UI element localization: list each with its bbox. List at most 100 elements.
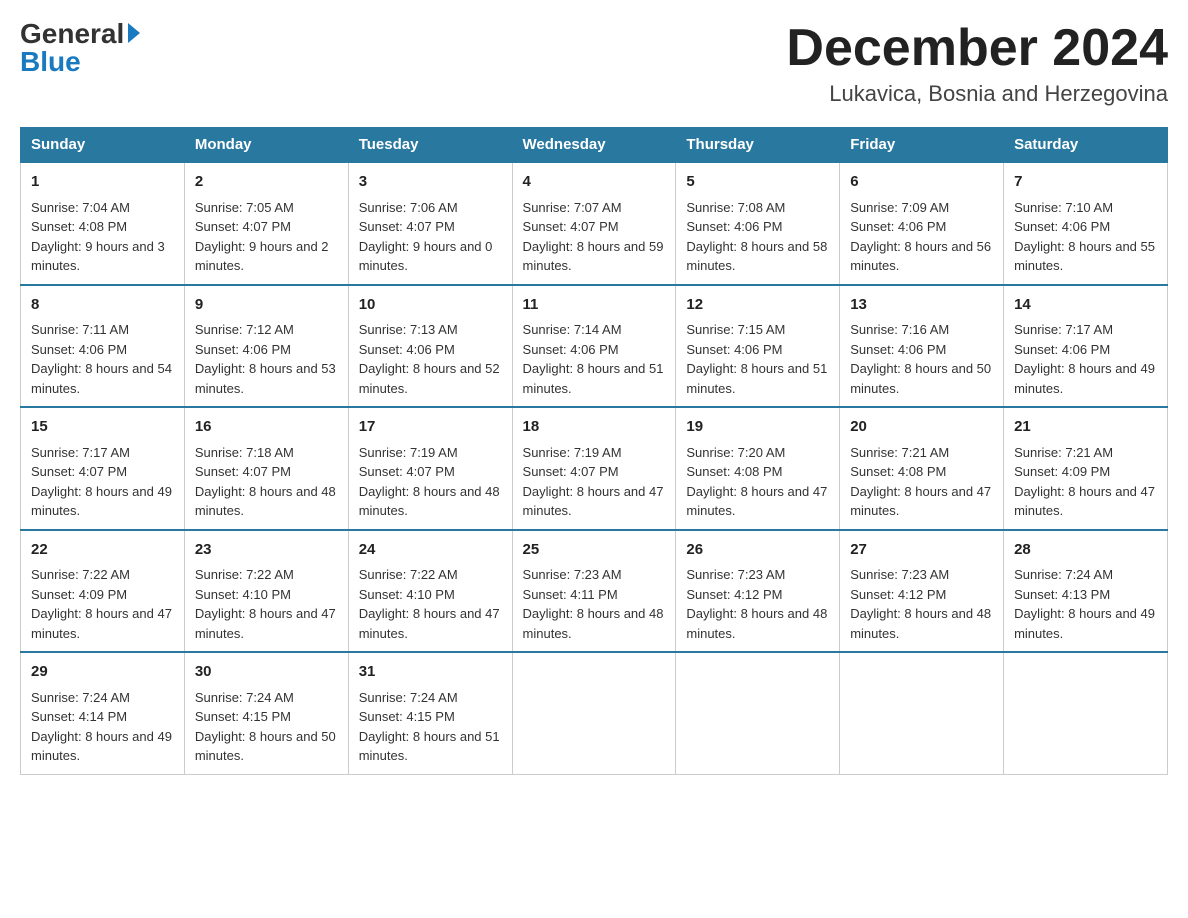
calendar-cell: 25 Sunrise: 7:23 AM Sunset: 4:11 PM Dayligh…: [512, 530, 676, 653]
sunrise-label: Sunrise: 7:19 AM: [359, 445, 458, 460]
day-number: 10: [359, 294, 502, 317]
sunset-label: Sunset: 4:08 PM: [686, 464, 782, 479]
sunset-label: Sunset: 4:08 PM: [850, 464, 946, 479]
sunrise-label: Sunrise: 7:24 AM: [195, 690, 294, 705]
day-number: 1: [31, 171, 174, 194]
day-number: 5: [686, 171, 829, 194]
calendar-cell: 14Sunrise: 7:17 AMSunset: 4:06 PMDayligh…: [1004, 285, 1168, 408]
sunset-label: Sunset: 4:06 PM: [195, 342, 291, 357]
calendar-cell: 4Sunrise: 7:07 AMSunset: 4:07 PMDaylight…: [512, 162, 676, 285]
sunset-label: Sunset: 4:12 PM: [850, 587, 946, 602]
day-number: 18: [523, 416, 666, 439]
sunrise-label: Sunrise: 7:19 AM: [523, 445, 622, 460]
daylight-label: Daylight: 8 hours and 51 minutes.: [686, 361, 827, 396]
column-header-tuesday: Tuesday: [348, 128, 512, 163]
sunset-label: Sunset: 4:06 PM: [686, 219, 782, 234]
calendar-cell: 17Sunrise: 7:19 AMSunset: 4:07 PMDayligh…: [348, 407, 512, 530]
sunset-label: Sunset: 4:12 PM: [686, 587, 782, 602]
day-number: 25: [523, 539, 666, 562]
logo-blue-text: Blue: [20, 48, 81, 76]
calendar-cell: 6Sunrise: 7:09 AMSunset: 4:06 PMDaylight…: [840, 162, 1004, 285]
sunrise-label: Sunrise: 7:08 AM: [686, 200, 785, 215]
sunrise-label: Sunrise: 7:18 AM: [195, 445, 294, 460]
location-title: Lukavica, Bosnia and Herzegovina: [786, 81, 1168, 107]
day-number: 13: [850, 294, 993, 317]
calendar-cell: 26Sunrise: 7:23 AMSunset: 4:12 PMDayligh…: [676, 530, 840, 653]
sunset-label: Sunset: 4:07 PM: [195, 464, 291, 479]
day-number: 9: [195, 294, 338, 317]
day-number: 19: [686, 416, 829, 439]
day-number: 7: [1014, 171, 1157, 194]
daylight-label: Daylight: 8 hours and 49 minutes.: [31, 729, 172, 764]
sunrise-label: Sunrise: 7:16 AM: [850, 322, 949, 337]
daylight-label: Daylight: 8 hours and 48 minutes.: [195, 484, 336, 519]
calendar-cell: 15Sunrise: 7:17 AMSunset: 4:07 PMDayligh…: [21, 407, 185, 530]
calendar-cell: 3Sunrise: 7:06 AMSunset: 4:07 PMDaylight…: [348, 162, 512, 285]
column-header-thursday: Thursday: [676, 128, 840, 163]
calendar-cell: 23Sunrise: 7:22 AMSunset: 4:10 PMDayligh…: [184, 530, 348, 653]
logo: General Blue: [20, 20, 140, 76]
daylight-label: Daylight: 8 hours and 47 minutes.: [359, 606, 500, 641]
column-header-wednesday: Wednesday: [512, 128, 676, 163]
title-block: December 2024 Lukavica, Bosnia and Herze…: [786, 20, 1168, 107]
sunset-label: Sunset: 4:09 PM: [31, 587, 127, 602]
week-row-1: 1Sunrise: 7:04 AMSunset: 4:08 PMDaylight…: [21, 162, 1168, 285]
column-header-saturday: Saturday: [1004, 128, 1168, 163]
day-number: 27: [850, 539, 993, 562]
calendar-body: 1Sunrise: 7:04 AMSunset: 4:08 PMDaylight…: [21, 162, 1168, 774]
daylight-label: Daylight: 8 hours and 51 minutes.: [523, 361, 664, 396]
calendar-cell: 28Sunrise: 7:24 AMSunset: 4:13 PMDayligh…: [1004, 530, 1168, 653]
daylight-label: Daylight: 9 hours and 2 minutes.: [195, 239, 329, 274]
sunset-label: Sunset: 4:07 PM: [31, 464, 127, 479]
sunrise-label: Sunrise: 7:06 AM: [359, 200, 458, 215]
sunrise-label: Sunrise: 7:12 AM: [195, 322, 294, 337]
calendar-cell: 9Sunrise: 7:12 AMSunset: 4:06 PMDaylight…: [184, 285, 348, 408]
calendar-header: SundayMondayTuesdayWednesdayThursdayFrid…: [21, 128, 1168, 163]
column-header-friday: Friday: [840, 128, 1004, 163]
sunrise-label: Sunrise: 7:10 AM: [1014, 200, 1113, 215]
sunset-label: Sunset: 4:14 PM: [31, 709, 127, 724]
daylight-label: Daylight: 8 hours and 48 minutes.: [686, 606, 827, 641]
sunrise-label: Sunrise: 7:09 AM: [850, 200, 949, 215]
days-of-week-row: SundayMondayTuesdayWednesdayThursdayFrid…: [21, 128, 1168, 163]
day-number: 4: [523, 171, 666, 194]
calendar-cell: [840, 652, 1004, 774]
sunset-label: Sunset: 4:07 PM: [359, 464, 455, 479]
sunset-label: Sunset: 4:08 PM: [31, 219, 127, 234]
day-number: 26: [686, 539, 829, 562]
day-number: 23: [195, 539, 338, 562]
sunset-label: Sunset: 4:15 PM: [359, 709, 455, 724]
daylight-label: Daylight: 8 hours and 48 minutes.: [523, 606, 664, 641]
column-header-sunday: Sunday: [21, 128, 185, 163]
sunset-label: Sunset: 4:06 PM: [1014, 342, 1110, 357]
sunrise-label: Sunrise: 7:23 AM: [523, 567, 622, 582]
month-title: December 2024: [786, 20, 1168, 77]
column-header-monday: Monday: [184, 128, 348, 163]
day-number: 31: [359, 661, 502, 684]
sunrise-label: Sunrise: 7:05 AM: [195, 200, 294, 215]
calendar-cell: 18Sunrise: 7:19 AMSunset: 4:07 PMDayligh…: [512, 407, 676, 530]
week-row-2: 8Sunrise: 7:11 AMSunset: 4:06 PMDaylight…: [21, 285, 1168, 408]
week-row-5: 29Sunrise: 7:24 AMSunset: 4:14 PMDayligh…: [21, 652, 1168, 774]
daylight-label: Daylight: 8 hours and 47 minutes.: [686, 484, 827, 519]
daylight-label: Daylight: 8 hours and 49 minutes.: [1014, 361, 1155, 396]
daylight-label: Daylight: 8 hours and 48 minutes.: [850, 606, 991, 641]
sunrise-label: Sunrise: 7:22 AM: [31, 567, 130, 582]
sunset-label: Sunset: 4:09 PM: [1014, 464, 1110, 479]
calendar-cell: 16Sunrise: 7:18 AMSunset: 4:07 PMDayligh…: [184, 407, 348, 530]
daylight-label: Daylight: 8 hours and 50 minutes.: [195, 729, 336, 764]
day-number: 2: [195, 171, 338, 194]
day-number: 8: [31, 294, 174, 317]
day-number: 20: [850, 416, 993, 439]
sunrise-label: Sunrise: 7:22 AM: [359, 567, 458, 582]
sunset-label: Sunset: 4:11 PM: [523, 587, 618, 602]
day-number: 11: [523, 294, 666, 317]
daylight-label: Daylight: 8 hours and 47 minutes.: [1014, 484, 1155, 519]
day-number: 30: [195, 661, 338, 684]
sunrise-label: Sunrise: 7:17 AM: [31, 445, 130, 460]
logo-triangle-icon: [128, 23, 140, 43]
day-number: 21: [1014, 416, 1157, 439]
daylight-label: Daylight: 9 hours and 0 minutes.: [359, 239, 493, 274]
daylight-label: Daylight: 9 hours and 3 minutes.: [31, 239, 165, 274]
sunrise-label: Sunrise: 7:24 AM: [31, 690, 130, 705]
